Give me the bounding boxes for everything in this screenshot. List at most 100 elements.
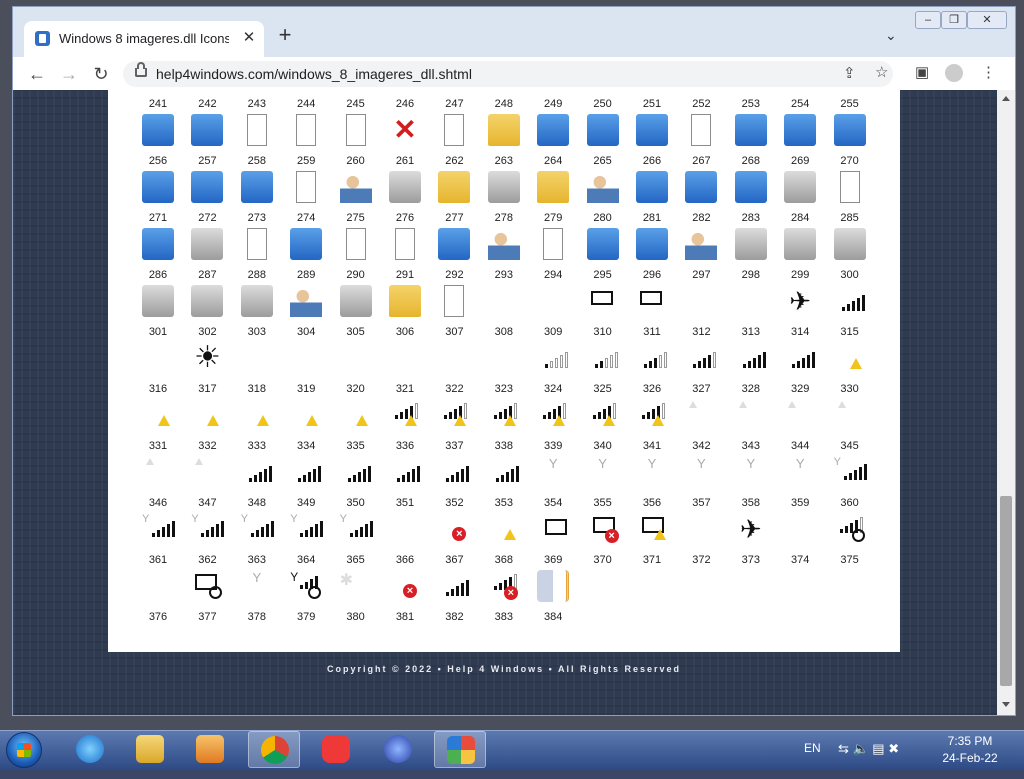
scroll-up-arrow-icon[interactable] xyxy=(1002,96,1010,101)
icon-number-label: 295 xyxy=(593,269,612,281)
icon-number-label: 319 xyxy=(297,383,316,395)
faint-triangle-icon xyxy=(191,456,223,488)
tray-icons[interactable]: ⇆ 🔈 ▤ ✖ xyxy=(838,741,899,779)
icon-cell xyxy=(237,340,277,380)
side-panel-icon[interactable]: ▣ xyxy=(915,65,929,81)
icon-cell xyxy=(187,112,227,152)
close-window-button[interactable]: ✕ xyxy=(967,11,1007,29)
window-icon xyxy=(191,114,224,146)
new-tab-button[interactable]: + xyxy=(275,24,295,46)
address-bar[interactable]: help4windows.com/windows_8_imageres_dll.… xyxy=(123,61,893,87)
start-button[interactable] xyxy=(6,732,42,768)
icon-cell xyxy=(434,568,474,608)
icon-number-label: 300 xyxy=(840,269,859,281)
icon-number-label: 327 xyxy=(692,383,711,395)
clock[interactable]: 7:35 PM 24-Feb-22 xyxy=(930,733,1010,767)
icon-number-label: 320 xyxy=(346,383,365,395)
icon-cell xyxy=(533,568,573,608)
taskbar-app-internet-explorer[interactable] xyxy=(64,731,116,768)
icon-number-label: 367 xyxy=(445,554,464,566)
lock-icon[interactable] xyxy=(135,62,147,77)
icon-cell: Y xyxy=(237,568,277,608)
icon-number-label: 354 xyxy=(544,497,563,509)
icon-number-label: 285 xyxy=(840,212,859,224)
icon-number-label: 283 xyxy=(741,212,760,224)
signal-bars-icon xyxy=(834,285,866,317)
signal-full-icon xyxy=(784,342,816,374)
antenna-signal-icon: Y xyxy=(834,456,867,488)
signal-bars-icon xyxy=(241,456,273,488)
site-favicon-icon xyxy=(35,31,50,46)
url-text[interactable]: help4windows.com/windows_8_imageres_dll.… xyxy=(156,66,472,82)
icon-number-label: 329 xyxy=(791,383,810,395)
icon-number-label: 248 xyxy=(494,98,513,110)
icon-number-label: 256 xyxy=(148,155,168,167)
share-icon[interactable]: ⇪ xyxy=(843,66,856,82)
user-block-icon xyxy=(487,228,520,260)
icon-cell xyxy=(731,340,771,380)
icon-cell xyxy=(336,112,376,152)
icon-number-label: 287 xyxy=(198,269,217,281)
taskbar-app-chrome[interactable] xyxy=(248,731,300,768)
icon-cell xyxy=(138,169,178,209)
scrollbar-thumb[interactable] xyxy=(1000,496,1012,686)
antenna-signal-icon: Y xyxy=(142,513,175,545)
icon-number-label: 250 xyxy=(593,98,612,110)
clock-folder-icon xyxy=(438,171,471,203)
taskbar-app-feather[interactable] xyxy=(372,731,424,768)
forward-arrow-icon[interactable]: → xyxy=(57,62,81,86)
icon-number-label: 336 xyxy=(395,440,415,452)
taskbar-app-vivaldi[interactable] xyxy=(310,731,362,768)
icon-number-label: 380 xyxy=(346,611,365,623)
signal-warning-icon xyxy=(636,399,668,431)
icon-cell xyxy=(484,454,524,494)
share-arrow-icon xyxy=(784,114,817,146)
icon-cell xyxy=(385,226,425,266)
media-player-icon xyxy=(196,735,224,763)
signal-warning-icon xyxy=(488,399,520,431)
taskbar-app-file-explorer[interactable] xyxy=(124,731,176,768)
taskbar-app-media-player[interactable] xyxy=(184,731,236,768)
icon-cell xyxy=(830,340,870,380)
icon-number-label: 261 xyxy=(395,155,415,167)
tab-title: Windows 8 imageres.dll Icons & xyxy=(59,31,229,46)
close-tab-icon[interactable]: ✕ xyxy=(240,29,258,47)
media-icon xyxy=(142,228,174,260)
menu-kebab-icon[interactable]: ⋮ xyxy=(981,65,996,81)
antenna-search-icon: Y xyxy=(290,570,322,602)
icon-cell: × xyxy=(385,568,425,608)
icon-number-label: 260 xyxy=(346,155,365,167)
icon-number-label: 293 xyxy=(494,269,513,281)
icon-number-label: 324 xyxy=(544,383,563,395)
icon-cell xyxy=(533,169,573,209)
icon-number-label: 348 xyxy=(247,497,266,509)
icon-number-label: 249 xyxy=(544,98,563,110)
icon-cell xyxy=(434,454,474,494)
back-arrow-icon[interactable]: ← xyxy=(25,62,49,86)
icon-number-label: 263 xyxy=(494,155,513,167)
icon-cell xyxy=(187,226,227,266)
scroll-down-arrow-icon[interactable] xyxy=(1002,702,1010,707)
icon-cell xyxy=(286,397,326,437)
taskbar-app-resource-hacker[interactable] xyxy=(434,731,486,768)
drive-icon xyxy=(389,171,421,203)
signal-3-icon xyxy=(636,342,668,374)
antenna-signal-icon: Y xyxy=(191,513,225,545)
icon-number-label: 333 xyxy=(247,440,266,452)
icon-number-label: 332 xyxy=(198,440,217,452)
antenna-icon: Y xyxy=(252,570,262,585)
tab-search-chevron-icon[interactable]: ⌄ xyxy=(885,27,897,44)
minimize-button[interactable]: – xyxy=(915,11,941,29)
icon-number-label: 294 xyxy=(544,269,563,281)
icon-number-label: 337 xyxy=(445,440,464,452)
vertical-scrollbar[interactable] xyxy=(997,90,1015,715)
profile-avatar-icon[interactable] xyxy=(945,64,963,82)
maximize-button[interactable]: ❐ xyxy=(941,11,967,29)
language-indicator[interactable]: EN xyxy=(804,741,821,779)
bookmark-star-icon[interactable]: ☆ xyxy=(875,65,888,81)
user-computer-icon xyxy=(339,171,372,203)
reload-icon[interactable]: ↻ xyxy=(89,62,113,86)
tab-active[interactable]: Windows 8 imageres.dll Icons & ✕ xyxy=(24,21,264,57)
icon-number-label: 268 xyxy=(741,155,760,167)
icon-number-label: 296 xyxy=(642,269,662,281)
